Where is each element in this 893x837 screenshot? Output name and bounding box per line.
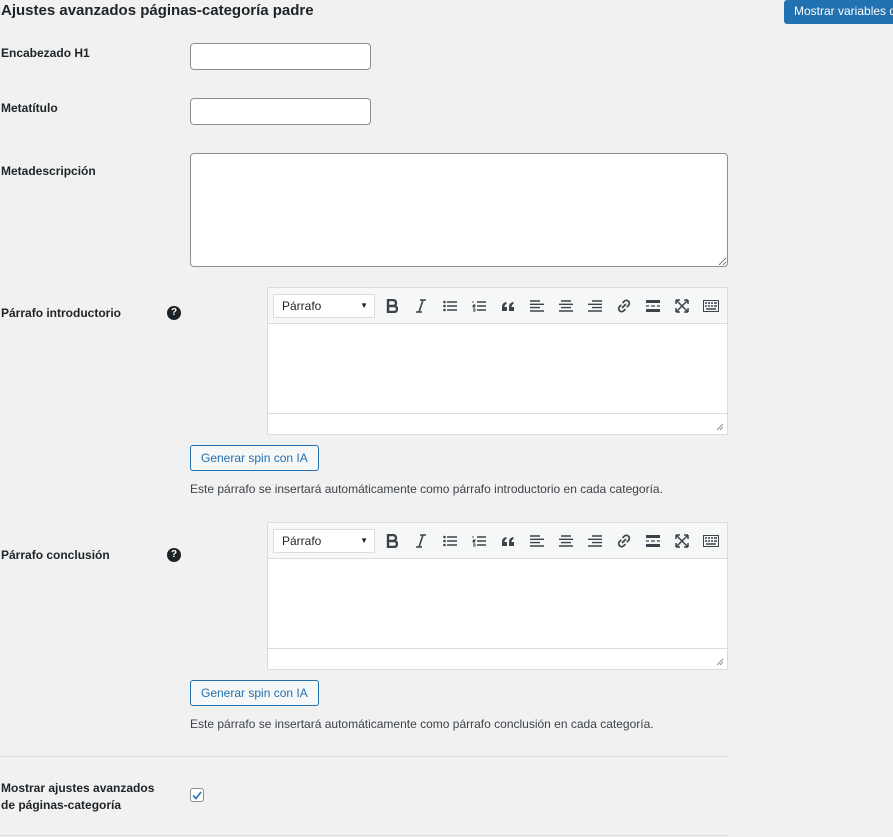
read-more-icon[interactable] <box>641 529 665 553</box>
conclusion-editor-content[interactable] <box>268 559 727 649</box>
conclusion-editor-statusbar <box>268 648 727 669</box>
intro-generate-ai-button[interactable]: Generar spin con IA <box>190 445 319 471</box>
read-more-icon[interactable] <box>641 294 665 318</box>
align-left-icon[interactable] <box>525 294 549 318</box>
h1-label: Encabezado H1 <box>1 46 90 60</box>
bullet-list-icon[interactable] <box>438 294 462 318</box>
chevron-down-icon: ▼ <box>360 536 368 545</box>
bullet-list-icon[interactable] <box>438 529 462 553</box>
align-center-icon[interactable] <box>554 529 578 553</box>
align-right-icon[interactable] <box>583 294 607 318</box>
conclusion-generate-ai-button[interactable]: Generar spin con IA <box>190 680 319 706</box>
blockquote-icon[interactable] <box>496 529 520 553</box>
advanced-settings-checkbox[interactable] <box>190 788 204 802</box>
section-divider <box>0 756 728 757</box>
conclusion-description: Este párrafo se insertará automáticament… <box>190 717 654 731</box>
checkmark-icon <box>192 791 202 800</box>
align-left-icon[interactable] <box>525 529 549 553</box>
advanced-settings-label: Mostrar ajustes avanzados de páginas-cat… <box>1 781 155 812</box>
conclusion-editor-toolbar: Párrafo ▼ <box>268 523 727 559</box>
italic-icon[interactable] <box>409 529 433 553</box>
show-variables-button[interactable]: Mostrar variables d <box>784 0 893 24</box>
intro-editor[interactable]: Párrafo ▼ <box>267 287 728 435</box>
format-select[interactable]: Párrafo ▼ <box>273 294 375 318</box>
question-circle-icon[interactable]: ? <box>167 306 181 320</box>
chevron-down-icon: ▼ <box>360 301 368 310</box>
toolbar-toggle-icon[interactable] <box>699 529 723 553</box>
resize-handle-icon[interactable] <box>716 423 724 431</box>
format-select[interactable]: Párrafo ▼ <box>273 529 375 553</box>
metatitle-input[interactable] <box>190 98 371 125</box>
intro-editor-toolbar: Párrafo ▼ <box>268 288 727 324</box>
resize-handle-icon[interactable] <box>716 658 724 666</box>
metatitle-label: Metatítulo <box>1 101 58 115</box>
format-select-value: Párrafo <box>282 534 322 548</box>
fullscreen-icon[interactable] <box>670 294 694 318</box>
intro-label: Párrafo introductorio <box>1 306 122 320</box>
numbered-list-icon[interactable] <box>467 529 491 553</box>
format-select-value: Párrafo <box>282 299 322 313</box>
intro-editor-content[interactable] <box>268 324 727 414</box>
question-circle-icon[interactable]: ? <box>167 548 181 562</box>
h1-input[interactable] <box>190 43 371 70</box>
bold-icon[interactable] <box>380 294 404 318</box>
align-center-icon[interactable] <box>554 294 578 318</box>
link-icon[interactable] <box>612 294 636 318</box>
toolbar-toggle-icon[interactable] <box>699 294 723 318</box>
fullscreen-icon[interactable] <box>670 529 694 553</box>
metadescription-textarea[interactable] <box>190 153 728 267</box>
intro-description: Este párrafo se insertará automáticament… <box>190 482 663 496</box>
italic-icon[interactable] <box>409 294 433 318</box>
bottom-divider <box>0 835 728 836</box>
metadescription-label: Metadescripción <box>1 164 96 178</box>
conclusion-label: Párrafo conclusión <box>1 548 110 562</box>
conclusion-editor[interactable]: Párrafo ▼ <box>267 522 728 670</box>
intro-editor-statusbar <box>268 413 727 434</box>
blockquote-icon[interactable] <box>496 294 520 318</box>
numbered-list-icon[interactable] <box>467 294 491 318</box>
align-right-icon[interactable] <box>583 529 607 553</box>
link-icon[interactable] <box>612 529 636 553</box>
bold-icon[interactable] <box>380 529 404 553</box>
page-title: Ajustes avanzados páginas-categoría padr… <box>1 2 314 19</box>
